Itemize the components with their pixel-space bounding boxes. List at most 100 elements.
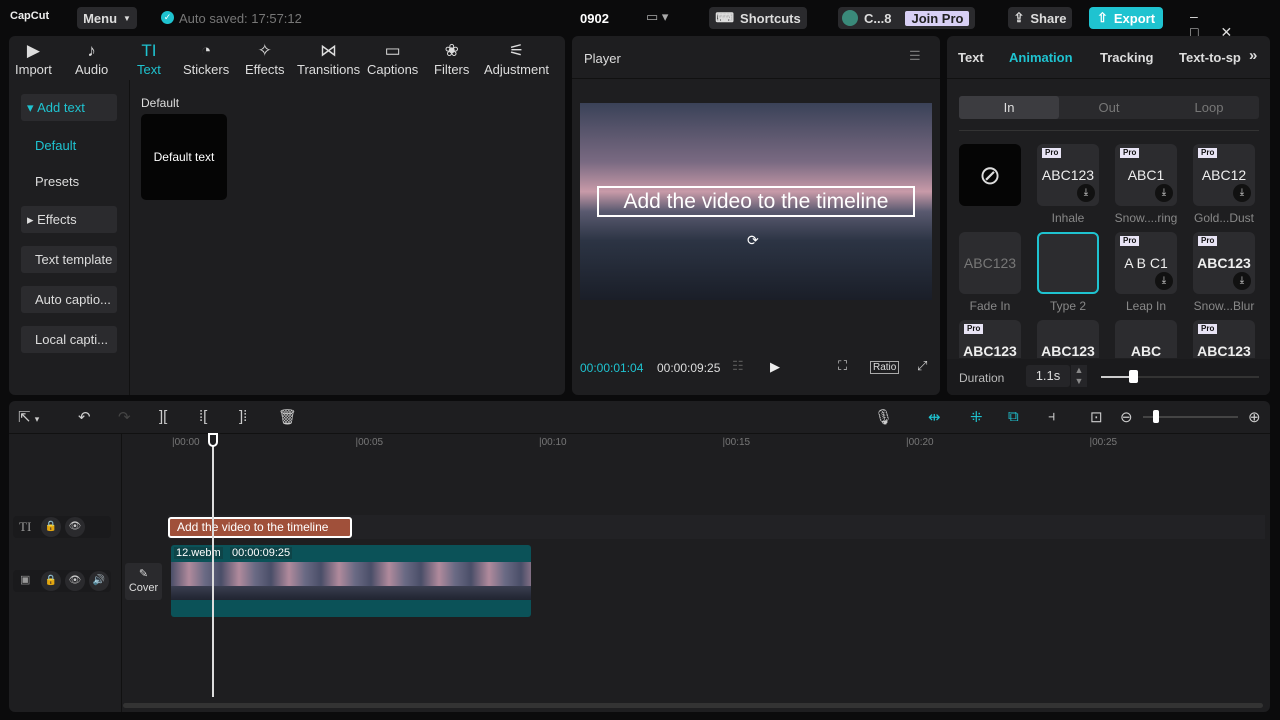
tool-label: Transitions bbox=[297, 62, 361, 77]
tab-animation[interactable]: Animation bbox=[1009, 50, 1073, 65]
video-clip[interactable]: 12.webm 00:00:09:25 bbox=[171, 545, 531, 617]
shortcuts-button[interactable]: ⌨ Shortcuts bbox=[709, 7, 807, 29]
download-icon[interactable]: ⤓ bbox=[1077, 184, 1095, 202]
animation-card[interactable]: ABC123 bbox=[1037, 320, 1099, 358]
zoom-fit-icon[interactable]: ⛶ bbox=[838, 358, 847, 374]
slider-handle[interactable] bbox=[1128, 370, 1138, 383]
animation-card[interactable]: ABC1 Pro ⤓ bbox=[1115, 144, 1177, 206]
tool-label: Effects bbox=[245, 62, 285, 77]
duration-slider[interactable] bbox=[1101, 370, 1259, 383]
sidebar-add-text[interactable]: ▾ Add text bbox=[21, 94, 117, 121]
download-icon[interactable]: ⤓ bbox=[1155, 184, 1173, 202]
animation-card[interactable]: ABC12 Pro ⤓ bbox=[1193, 144, 1255, 206]
animation-card[interactable]: ABC123 Pro ⤓ bbox=[1193, 232, 1255, 294]
ratio-button[interactable]: Ratio bbox=[870, 361, 900, 374]
redo-icon[interactable]: ↷ bbox=[118, 408, 131, 426]
video-track-icon: ▣ bbox=[20, 574, 31, 586]
fullscreen-icon[interactable]: ⤢ bbox=[917, 358, 927, 374]
timeline-zoom-slider[interactable] bbox=[1143, 410, 1238, 423]
text-overlay[interactable]: Add the video to the timeline bbox=[597, 186, 915, 217]
default-text-card[interactable]: Default text bbox=[141, 114, 227, 200]
card-label: Type 2 bbox=[1049, 299, 1087, 313]
microphone-icon[interactable]: 🎙 bbox=[874, 408, 893, 426]
play-icon[interactable]: ▶ bbox=[770, 359, 780, 375]
more-tabs-icon[interactable]: » bbox=[1249, 47, 1257, 64]
sidebar-default[interactable]: Default bbox=[21, 132, 117, 159]
timeline-grid-icon[interactable]: ☷ bbox=[732, 358, 744, 374]
tool-import[interactable]: ▶ Import bbox=[15, 40, 52, 77]
menu-icon[interactable]: ☰ bbox=[909, 48, 921, 64]
trim-left-icon[interactable]: ⁞[ bbox=[199, 408, 207, 425]
tab-tracking[interactable]: Tracking bbox=[1100, 50, 1153, 65]
auto-snap-icon[interactable]: ⁜ bbox=[970, 408, 983, 426]
zoom-in-icon[interactable]: ⊕ bbox=[1248, 408, 1261, 426]
sticker-icon: ◔ bbox=[200, 41, 212, 60]
download-icon[interactable]: ⤓ bbox=[1233, 184, 1251, 202]
audio-icon[interactable]: 🔊 bbox=[89, 571, 109, 591]
rotate-icon[interactable]: ⟳ bbox=[747, 232, 759, 249]
delete-icon[interactable]: 🗑 bbox=[278, 408, 297, 426]
animation-card[interactable]: ABC123 Pro bbox=[959, 320, 1021, 358]
menu-button[interactable]: Menu ▼ bbox=[77, 7, 137, 29]
text-clip[interactable]: Add the video to the timeline bbox=[168, 517, 352, 538]
zoom-out-icon[interactable]: ⊖ bbox=[1120, 408, 1133, 426]
join-pro-badge[interactable]: Join Pro bbox=[905, 10, 970, 26]
tool-adjustment[interactable]: ⚟ Adjustment bbox=[484, 40, 549, 77]
animation-card[interactable]: ⊘ bbox=[959, 144, 1021, 206]
playhead[interactable] bbox=[208, 433, 218, 697]
fit-timeline-icon[interactable]: ⊡ bbox=[1090, 408, 1103, 426]
split-icon[interactable]: ][ bbox=[159, 408, 167, 425]
timeline-scrollbar[interactable] bbox=[123, 703, 1263, 708]
video-preview[interactable]: Add the video to the timeline ⟳ bbox=[580, 103, 932, 300]
project-name[interactable]: 0902 bbox=[580, 11, 609, 26]
share-button[interactable]: ⇪ Share bbox=[1008, 7, 1072, 29]
download-icon[interactable]: ⤓ bbox=[1155, 272, 1173, 290]
animation-card[interactable]: ABC123 Pro bbox=[1193, 320, 1255, 358]
sidebar-auto-captions[interactable]: Auto captio... bbox=[21, 286, 117, 313]
eye-icon[interactable]: 👁 bbox=[65, 517, 85, 537]
tab-text-to-speech[interactable]: Text-to-sp bbox=[1179, 50, 1241, 65]
account-button[interactable]: C...8 Join Pro bbox=[838, 7, 975, 29]
animation-card[interactable]: ABC bbox=[1115, 320, 1177, 358]
tool-label: Filters bbox=[434, 62, 470, 77]
effects-label: Effects bbox=[37, 212, 77, 227]
tool-captions[interactable]: ▭ Captions bbox=[367, 40, 418, 77]
select-tool-icon[interactable]: ⇱ ▾ bbox=[18, 408, 39, 426]
ruler-tick-label: |00:20 bbox=[906, 437, 934, 448]
sidebar-effects[interactable]: ▸ Effects bbox=[21, 206, 117, 233]
animation-card[interactable]: A B C1 Pro ⤓ bbox=[1115, 232, 1177, 294]
segment-out[interactable]: Out bbox=[1059, 96, 1159, 119]
linkage-icon[interactable]: ⧉ bbox=[1008, 408, 1019, 425]
download-icon[interactable]: ⤓ bbox=[1233, 272, 1251, 290]
sidebar-presets[interactable]: Presets bbox=[21, 168, 117, 195]
tool-audio[interactable]: ♪ Audio bbox=[75, 40, 108, 77]
export-button[interactable]: ⇧ Export bbox=[1089, 7, 1163, 29]
animation-card[interactable]: ABC123 bbox=[959, 232, 1021, 294]
preview-axis-icon[interactable]: ⫞ bbox=[1048, 408, 1056, 425]
clip-name: 12.webm bbox=[174, 547, 223, 559]
zoom-handle[interactable] bbox=[1153, 410, 1159, 423]
tool-stickers[interactable]: ◔ Stickers bbox=[183, 40, 229, 77]
tool-filters[interactable]: ❀ Filters bbox=[434, 40, 469, 77]
duration-input[interactable]: 1.1s bbox=[1026, 365, 1070, 387]
eye-icon[interactable]: 👁 bbox=[65, 571, 85, 591]
tool-transitions[interactable]: ⋈ Transitions bbox=[297, 40, 360, 77]
animation-card[interactable]: ABC123 Pro ⤓ bbox=[1037, 144, 1099, 206]
animation-card[interactable] bbox=[1037, 232, 1099, 294]
segment-in[interactable]: In bbox=[959, 96, 1059, 119]
lock-icon[interactable]: 🔒 bbox=[41, 571, 61, 591]
tab-text[interactable]: Text bbox=[958, 50, 984, 65]
main-track-magnet-icon[interactable]: ⇹ bbox=[928, 408, 941, 426]
lock-icon[interactable]: 🔒 bbox=[41, 517, 61, 537]
autosave-status: Auto saved: 17:57:12 bbox=[179, 11, 302, 26]
sidebar-local-captions[interactable]: Local capti... bbox=[21, 326, 117, 353]
sidebar-text-template[interactable]: Text template bbox=[21, 246, 117, 273]
duration-stepper[interactable]: ▲ ▼ bbox=[1071, 365, 1087, 387]
tool-effects[interactable]: ✧ Effects bbox=[245, 40, 285, 77]
segment-loop[interactable]: Loop bbox=[1159, 96, 1259, 119]
layout-icon[interactable]: ▭ ▾ bbox=[646, 9, 668, 25]
cover-button[interactable]: ✎ Cover bbox=[125, 563, 162, 600]
undo-icon[interactable]: ↶ bbox=[78, 408, 91, 426]
tool-text[interactable]: TI Text bbox=[137, 40, 161, 77]
trim-right-icon[interactable]: ]⁞ bbox=[239, 408, 247, 425]
